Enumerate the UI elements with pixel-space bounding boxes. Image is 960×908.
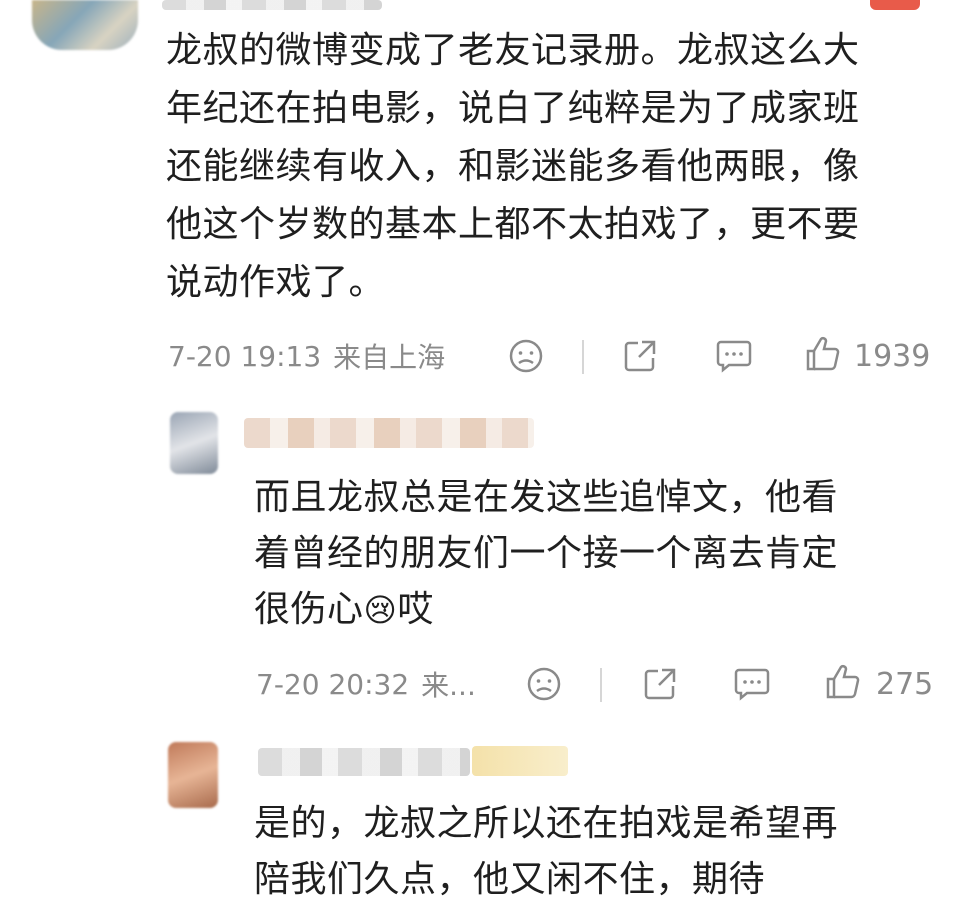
timestamp: 7-20 20:32 xyxy=(256,667,410,701)
comment-icon[interactable] xyxy=(714,336,754,376)
divider xyxy=(600,668,602,702)
like-button[interactable]: 1939 xyxy=(804,334,930,378)
username[interactable] xyxy=(258,748,470,776)
badge xyxy=(870,0,920,10)
comment-meta: 7-20 19:13 来自上海 xyxy=(168,336,445,376)
location: 来自上海 xyxy=(333,341,446,374)
comment-meta: 7-20 20:32 来... xyxy=(256,664,476,704)
dislike-face-icon[interactable] xyxy=(524,664,564,704)
timestamp: 7-20 19:13 xyxy=(168,339,322,373)
username[interactable] xyxy=(162,0,382,10)
avatar[interactable] xyxy=(32,0,138,50)
comment-line: 而且龙叔总是在发这些追悼文，他看 xyxy=(254,477,839,518)
location: 来... xyxy=(421,669,476,702)
thumbs-up-icon xyxy=(804,335,842,377)
like-count: 1939 xyxy=(854,338,931,374)
comment-line: 还能继续有收入，和影迷能多看他两眼，像 xyxy=(166,146,860,187)
comment-line: 年纪还在拍电影，说白了纯粹是为了成家班 xyxy=(166,88,860,129)
username[interactable] xyxy=(244,418,534,448)
comment-line: 很伤心😢哎 xyxy=(254,589,434,630)
like-count: 275 xyxy=(876,666,934,702)
avatar[interactable] xyxy=(170,412,218,474)
divider xyxy=(582,340,584,374)
share-icon[interactable] xyxy=(640,664,680,704)
reply-text: 而且龙叔总是在发这些追悼文，他看 着曾经的朋友们一个接一个离去肯定 很伤心😢哎 xyxy=(254,470,934,638)
badge xyxy=(472,746,568,776)
dislike-face-icon[interactable] xyxy=(506,336,546,376)
thumbs-up-icon xyxy=(824,663,862,705)
comment-icon[interactable] xyxy=(732,664,772,704)
comment-line: 说动作戏了。 xyxy=(166,262,386,303)
avatar[interactable] xyxy=(168,742,218,808)
like-button[interactable]: 275 xyxy=(824,662,933,706)
share-icon[interactable] xyxy=(620,336,660,376)
comment-line: 陪我们久点，他又闲不住，期待 xyxy=(254,859,766,900)
comment-line: 他这个岁数的基本上都不太拍戏了，更不要 xyxy=(166,204,860,245)
comment-line: 着曾经的朋友们一个接一个离去肯定 xyxy=(254,533,839,574)
comment-line: 龙叔的微博变成了老友记录册。龙叔这么大 xyxy=(166,30,860,71)
comment-line: 是的，龙叔之所以还在拍戏是希望再 xyxy=(254,803,839,844)
crying-emoji-icon: 😢 xyxy=(363,591,398,629)
comment-text: 龙叔的微博变成了老友记录册。龙叔这么大 年纪还在拍电影，说白了纯粹是为了成家班 … xyxy=(166,22,946,312)
reply-text: 是的，龙叔之所以还在拍戏是希望再 陪我们久点，他又闲不住，期待 xyxy=(254,796,934,908)
